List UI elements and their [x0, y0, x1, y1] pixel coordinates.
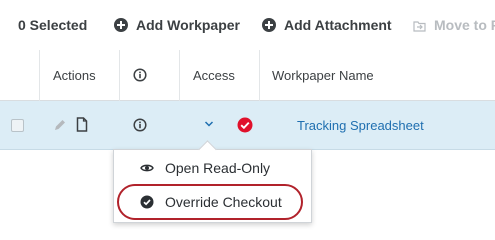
plus-circle-icon [114, 18, 128, 32]
workpaper-name-link[interactable]: Tracking Spreadsheet [297, 101, 424, 149]
eye-icon [140, 161, 154, 175]
info-icon[interactable] [133, 118, 147, 132]
toolbar: 0 Selected Add Workpaper Add Attachment … [0, 0, 495, 51]
table-row[interactable]: Tracking Spreadsheet [0, 101, 495, 150]
add-attachment-label: Add Attachment [284, 17, 392, 33]
column-header-access[interactable]: Access [193, 50, 235, 100]
pencil-icon[interactable] [53, 118, 67, 132]
menu-item-open-read-only[interactable]: Open Read-Only [114, 153, 311, 183]
checked-out-badge-icon [237, 117, 253, 133]
move-to-label: Move to F [434, 17, 495, 33]
table-header: Actions Access Workpaper Name [0, 50, 495, 101]
chevron-down-icon[interactable] [204, 120, 214, 128]
plus-circle-icon [262, 18, 276, 32]
row-checkbox[interactable] [11, 119, 24, 132]
add-attachment-button[interactable]: Add Attachment [262, 0, 392, 50]
move-folder-icon [413, 19, 426, 32]
column-header-info [133, 50, 147, 100]
document-icon[interactable] [76, 117, 88, 132]
add-workpaper-label: Add Workpaper [136, 17, 240, 33]
add-workpaper-button[interactable]: Add Workpaper [114, 0, 240, 50]
info-icon [133, 68, 147, 82]
column-header-workpaper-name[interactable]: Workpaper Name [272, 50, 374, 100]
highlight-ring [117, 184, 303, 220]
selected-count: 0 Selected [18, 17, 88, 33]
menu-item-label: Open Read-Only [165, 160, 271, 176]
move-to-folder-button[interactable]: Move to F [413, 0, 495, 50]
column-header-actions[interactable]: Actions [53, 50, 96, 100]
